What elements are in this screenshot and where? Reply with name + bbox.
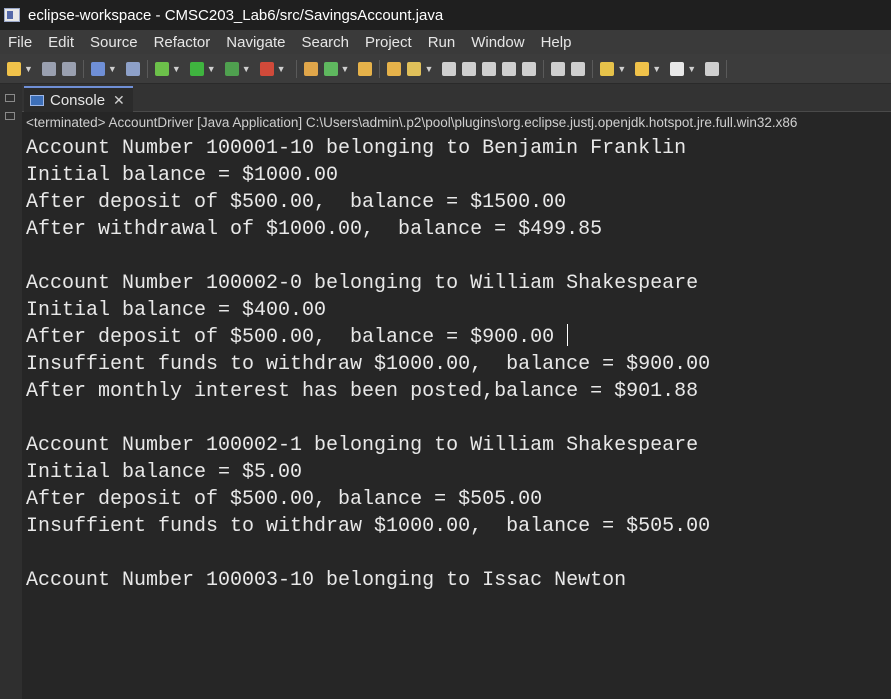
toggle-mark-icon[interactable] xyxy=(462,61,477,76)
new-icon[interactable] xyxy=(7,61,21,76)
toolbar-separator xyxy=(592,59,594,78)
forward-icon[interactable] xyxy=(670,61,685,76)
chevron-down-icon[interactable]: ▼ xyxy=(108,64,117,74)
print-icon[interactable] xyxy=(90,61,105,76)
window-title: eclipse-workspace - CMSC203_Lab6/src/Sav… xyxy=(28,6,444,24)
last-edit-icon[interactable] xyxy=(600,61,615,76)
console-line: Account Number 100001-10 belonging to Be… xyxy=(26,137,687,160)
console-line: Insuffient funds to withdraw $1000.00, b… xyxy=(26,353,711,376)
eclipse-app-icon xyxy=(4,8,20,22)
toolbar-separator xyxy=(146,59,148,78)
main-toolbar: ▼ ▼ ▼ ▼ ▼ ▼ ▼ ▼ ▼ ▼ ▼ xyxy=(0,54,891,84)
chevron-down-icon[interactable]: ▼ xyxy=(172,64,181,74)
console-line: After withdrawal of $1000.00, balance = … xyxy=(26,218,603,241)
menu-bar: File Edit Source Refactor Navigate Searc… xyxy=(0,30,891,54)
chevron-down-icon[interactable]: ▼ xyxy=(24,64,33,74)
chevron-down-icon[interactable]: ▼ xyxy=(277,64,286,74)
title-bar: eclipse-workspace - CMSC203_Lab6/src/Sav… xyxy=(0,0,891,30)
close-icon[interactable]: ✕ xyxy=(113,92,125,109)
open-type-icon[interactable] xyxy=(358,61,373,76)
prev-annotation-icon[interactable] xyxy=(571,61,586,76)
console-line: Initial balance = $1000.00 xyxy=(26,164,339,187)
debug-icon[interactable] xyxy=(154,61,169,76)
new-class-icon[interactable] xyxy=(323,61,338,76)
menu-refactor[interactable]: Refactor xyxy=(146,34,219,51)
console-line: Insuffient funds to withdraw $1000.00, b… xyxy=(26,515,711,538)
restore-icon[interactable] xyxy=(5,94,15,102)
toolbar-separator xyxy=(543,59,545,78)
chevron-down-icon[interactable]: ▼ xyxy=(341,64,350,74)
text-caret xyxy=(567,324,568,346)
pin-editor-icon[interactable] xyxy=(705,61,720,76)
chevron-down-icon[interactable]: ▼ xyxy=(207,64,216,74)
menu-run[interactable]: Run xyxy=(420,34,464,51)
console-line: Initial balance = $5.00 xyxy=(26,461,303,484)
back-icon[interactable] xyxy=(635,61,650,76)
chevron-down-icon[interactable]: ▼ xyxy=(652,64,661,74)
annotation-icon[interactable] xyxy=(442,61,457,76)
console-line: Account Number 100002-0 belonging to Wil… xyxy=(26,272,699,295)
tab-console-label: Console xyxy=(50,91,106,109)
menu-project[interactable]: Project xyxy=(357,34,420,51)
toolbar-separator xyxy=(82,59,84,78)
whitespace-icon[interactable] xyxy=(522,61,537,76)
console-status-line: <terminated> AccountDriver [Java Applica… xyxy=(22,112,891,134)
tab-console[interactable]: Console ✕ xyxy=(24,86,133,112)
console-output[interactable]: Account Number 100001-10 belonging to Be… xyxy=(22,134,891,699)
toolbar-separator xyxy=(295,59,297,78)
console-line: After deposit of $500.00, balance = $505… xyxy=(26,488,543,511)
menu-source[interactable]: Source xyxy=(82,34,146,51)
chevron-down-icon[interactable]: ▼ xyxy=(424,64,433,74)
run-icon[interactable] xyxy=(189,61,204,76)
menu-help[interactable]: Help xyxy=(533,34,580,51)
block-select-icon[interactable] xyxy=(482,61,497,76)
minimize-icon[interactable] xyxy=(5,112,15,120)
skip-breakpoints-icon[interactable] xyxy=(125,61,140,76)
next-annotation-icon[interactable] xyxy=(551,61,566,76)
chevron-down-icon[interactable]: ▼ xyxy=(687,64,696,74)
chevron-down-icon[interactable]: ▼ xyxy=(617,64,626,74)
menu-file[interactable]: File xyxy=(0,34,40,51)
left-trim-bar xyxy=(0,84,23,699)
search-icon[interactable] xyxy=(407,61,422,76)
console-line: Account Number 100002-1 belonging to Wil… xyxy=(26,434,699,457)
console-line: Initial balance = $400.00 xyxy=(26,299,327,322)
view-tab-bar: Console ✕ xyxy=(22,84,891,112)
coverage-icon[interactable] xyxy=(224,61,239,76)
external-tools-icon[interactable] xyxy=(259,61,274,76)
open-task-icon[interactable] xyxy=(387,61,402,76)
menu-search[interactable]: Search xyxy=(293,34,357,51)
menu-navigate[interactable]: Navigate xyxy=(218,34,293,51)
save-icon[interactable] xyxy=(41,61,56,76)
toolbar-separator xyxy=(726,59,728,78)
new-java-project-icon[interactable] xyxy=(303,61,318,76)
console-line: Account Number 100003-10 belonging to Is… xyxy=(26,569,627,592)
console-line: After monthly interest has been posted,b… xyxy=(26,380,699,403)
console-lines: Account Number 100001-10 belonging to Be… xyxy=(26,135,710,594)
console-line: After deposit of $500.00, balance = $900… xyxy=(26,326,555,349)
chevron-down-icon[interactable]: ▼ xyxy=(242,64,251,74)
menu-window[interactable]: Window xyxy=(463,34,532,51)
menu-edit[interactable]: Edit xyxy=(40,34,82,51)
toolbar-separator xyxy=(379,59,381,78)
word-wrap-icon[interactable] xyxy=(502,61,517,76)
save-all-icon[interactable] xyxy=(61,61,76,76)
console-icon xyxy=(30,94,44,106)
console-line: After deposit of $500.00, balance = $150… xyxy=(26,191,567,214)
